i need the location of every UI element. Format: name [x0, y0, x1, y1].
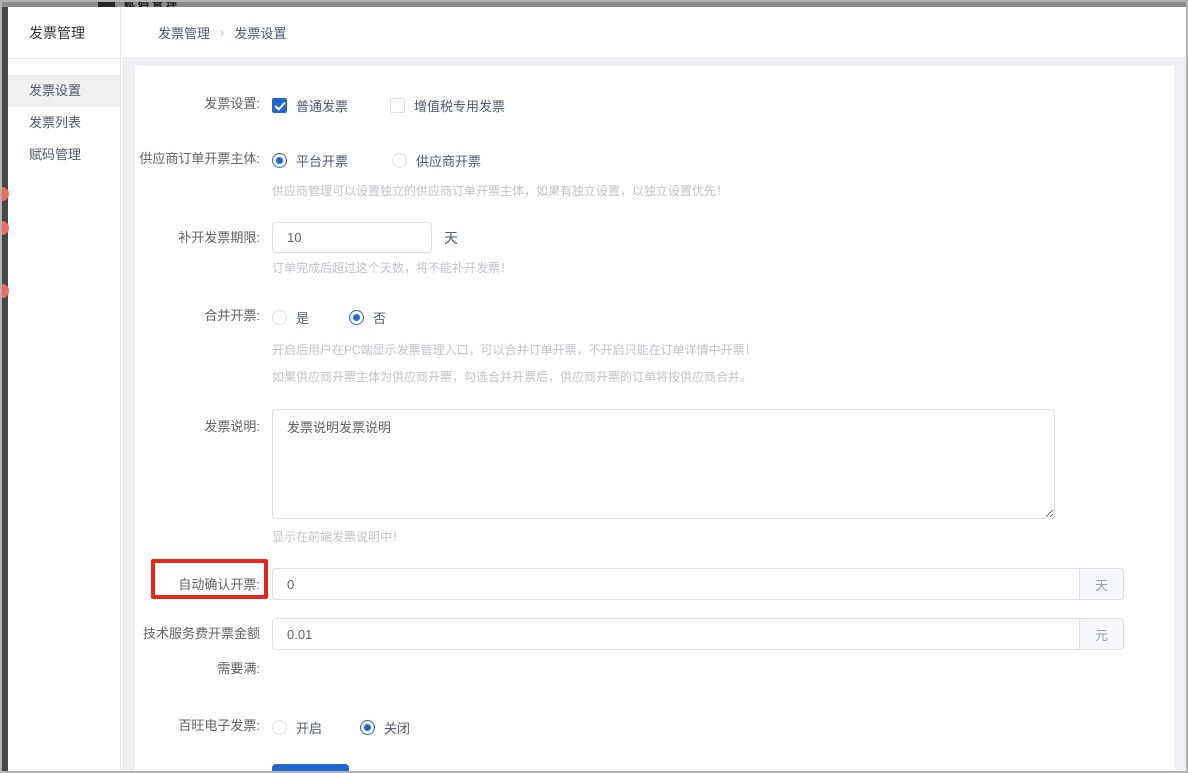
breadcrumb-separator-icon: › — [220, 25, 224, 40]
save-button[interactable]: 保 存 — [272, 764, 349, 773]
radio-merge-no[interactable]: 否 — [349, 308, 386, 327]
merge-invoice-help-2: 如果供应商开票主体为供应商开票，勾选合并开票后，供应商开票的订单将按供应商合并。 — [272, 369, 1174, 385]
sidebar-item-invoice-settings[interactable]: 发票设置 — [8, 75, 120, 107]
form-row-merge-invoice: 合并开票: 是 否 开启后用户在PC端显示发票管理 — [135, 308, 1174, 385]
collapsed-left-rail — [2, 7, 8, 771]
invoice-note-help: 显示在前端发票说明中！ — [272, 529, 1174, 545]
form-row-auto-confirm: 自动确认开票: 天 — [135, 568, 1174, 600]
checkbox-checked-icon[interactable] — [272, 98, 287, 113]
radio-label: 是 — [296, 308, 309, 327]
top-strip-cutoff-text: 赋码管理 — [124, 2, 180, 7]
sidebar-title: 发票管理 — [8, 7, 120, 59]
form-row-baiwang: 百旺电子发票: 开启 关闭 — [135, 718, 1174, 737]
reissue-period-label: 补开发票期限: — [135, 222, 272, 246]
tech-fee-input[interactable] — [272, 618, 1080, 650]
radio-unselected-icon[interactable] — [392, 153, 407, 168]
radio-label: 供应商开票 — [416, 151, 481, 170]
checkbox-unchecked-icon[interactable] — [390, 98, 405, 113]
supplier-subject-help: 供应商管理可以设置独立的供应商订单开票主体，如果有独立设置，以独立设置优先！ — [272, 183, 1174, 199]
supplier-subject-label: 供应商订单开票主体: — [135, 151, 272, 167]
radio-label: 平台开票 — [296, 151, 348, 170]
form-row-tech-fee: 技术服务费开票金额 需要满: 元 — [135, 618, 1174, 677]
form-row-invoice-note: 发票说明: 发票说明发票说明 显示在前端发票说明中！ — [135, 409, 1174, 545]
sidebar-menu: 发票设置 发票列表 赋码管理 — [8, 59, 120, 171]
radio-label: 关闭 — [384, 718, 410, 737]
checkbox-label: 普通发票 — [296, 96, 348, 115]
radio-supplier-invoicing[interactable]: 供应商开票 — [392, 151, 481, 170]
auto-confirm-input[interactable] — [272, 568, 1080, 600]
form-row-save: 保 存 — [135, 764, 1174, 773]
radio-merge-yes[interactable]: 是 — [272, 308, 309, 327]
radio-unselected-icon[interactable] — [272, 310, 287, 325]
radio-selected-icon[interactable] — [349, 310, 364, 325]
sidebar: 发票管理 发票设置 发票列表 赋码管理 — [8, 7, 121, 771]
form-row-supplier-subject: 供应商订单开票主体: 平台开票 供应商开票 供应商 — [135, 151, 1174, 199]
notification-badge — [0, 187, 9, 201]
reissue-period-help: 订单完成后超过这个天数，将不能补开发票！ — [272, 260, 1174, 276]
radio-baiwang-off[interactable]: 关闭 — [360, 718, 410, 737]
notification-badge — [0, 221, 9, 235]
settings-card: 发票设置: 普通发票 增值税专用发票 供应商订单开票主体: — [135, 66, 1174, 771]
breadcrumb-item-invoice-management[interactable]: 发票管理 — [158, 23, 210, 42]
tech-fee-unit-addon: 元 — [1080, 618, 1124, 650]
radio-baiwang-on[interactable]: 开启 — [272, 718, 322, 737]
merge-invoice-label: 合并开票: — [135, 308, 272, 324]
notification-badge — [0, 284, 9, 298]
reissue-period-input[interactable] — [272, 222, 432, 253]
tech-fee-label: 技术服务费开票金额 需要满: — [135, 618, 272, 677]
invoice-note-textarea[interactable]: 发票说明发票说明 — [272, 409, 1055, 519]
invoice-types-label: 发票设置: — [135, 96, 272, 112]
main-region: 发票管理 › 发票设置 发票设置: 普通发票 增值税专用发票 — [122, 7, 1186, 771]
checkbox-label: 增值税专用发票 — [414, 96, 505, 115]
radio-label: 否 — [373, 308, 386, 327]
baiwang-label: 百旺电子发票: — [135, 718, 272, 734]
top-strip-dark-block — [98, 2, 115, 7]
sidebar-item-invoice-list[interactable]: 发票列表 — [8, 107, 120, 139]
radio-selected-icon[interactable] — [360, 720, 375, 735]
checkbox-ordinary-invoice[interactable]: 普通发票 — [272, 96, 348, 115]
reissue-period-unit: 天 — [444, 228, 458, 248]
checkbox-vat-special-invoice[interactable]: 增值税专用发票 — [390, 96, 505, 115]
radio-unselected-icon[interactable] — [272, 720, 287, 735]
radio-platform-invoicing[interactable]: 平台开票 — [272, 151, 348, 170]
merge-invoice-help-1: 开启后用户在PC端显示发票管理入口，可以合并订单开票，不开启只能在订单详情中开票… — [272, 342, 1174, 358]
tech-fee-label-line1: 技术服务费开票金额 — [135, 626, 260, 642]
content-area: 发票设置: 普通发票 增值税专用发票 供应商订单开票主体: — [122, 57, 1186, 771]
top-window-strip: 赋码管理 — [2, 2, 1186, 7]
radio-selected-icon[interactable] — [272, 153, 287, 168]
app-window: 赋码管理 发票管理 发票设置 发票列表 赋码管理 发票管理 › 发票设置 发票设… — [0, 0, 1188, 773]
breadcrumb-item-invoice-settings: 发票设置 — [234, 23, 286, 42]
auto-confirm-label: 自动确认开票: — [135, 568, 272, 593]
auto-confirm-unit-addon: 天 — [1080, 568, 1124, 600]
breadcrumb: 发票管理 › 发票设置 — [122, 7, 1186, 57]
radio-label: 开启 — [296, 718, 322, 737]
form-row-invoice-types: 发票设置: 普通发票 增值税专用发票 — [135, 96, 1174, 115]
sidebar-item-code-management[interactable]: 赋码管理 — [8, 139, 120, 171]
tech-fee-label-line2: 需要满: — [135, 661, 260, 677]
form-row-reissue-period: 补开发票期限: 天 订单完成后超过这个天数，将不能补开发票！ — [135, 222, 1174, 276]
invoice-note-label: 发票说明: — [135, 409, 272, 435]
